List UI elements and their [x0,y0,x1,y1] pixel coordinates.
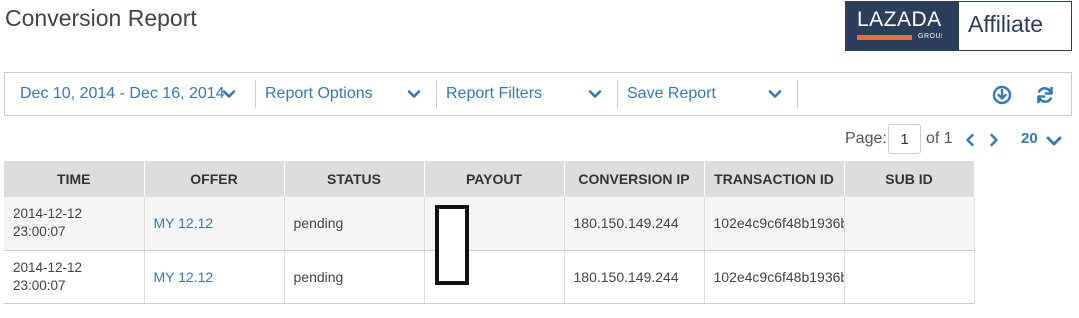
cell-offer: MY 12.12 [144,250,285,304]
chevron-down-icon[interactable] [767,86,783,102]
chevron-down-icon[interactable] [587,86,603,102]
column-header-status[interactable]: STATUS [284,161,425,197]
cell-sub-id [844,197,975,251]
cell-status: pending [284,197,425,251]
logo-arrow-shape [942,2,959,50]
cell-conversion-ip: 180.150.149.244 [564,197,705,251]
logo-affiliate-text: Affiliate [968,11,1044,37]
cell-status: pending [284,250,425,304]
column-header-payout[interactable]: PAYOUT [424,161,565,197]
toolbar-divider [255,80,256,108]
chevron-left-icon[interactable] [963,132,977,148]
table-row: 2014-12-12 23:00:07 MY 12.12 pending 180… [4,197,975,285]
chevron-down-icon[interactable] [221,86,237,102]
rows-per-page-dropdown[interactable]: 20 [1021,124,1038,154]
refresh-icon[interactable] [1035,85,1055,105]
report-toolbar: Dec 10, 2014 - Dec 16, 2014 Report Optio… [4,72,1072,116]
cell-transaction-id: 102e4c9c6f48b1936b [704,197,845,251]
offer-link[interactable]: MY 12.12 [154,215,214,231]
column-header-transaction-id[interactable]: TRANSACTION ID [704,161,845,197]
page-label: Page: [845,130,887,147]
chevron-right-icon[interactable] [987,132,1001,148]
date-range-dropdown[interactable]: Dec 10, 2014 - Dec 16, 2014 [20,73,225,115]
save-report-label: Save Report [627,85,716,102]
page-title: Conversion Report [5,5,197,31]
conversion-table: TIME OFFER STATUS PAYOUT CONVERSION IP T… [4,161,975,304]
report-options-label: Report Options [265,85,373,102]
toolbar-divider [617,80,618,108]
save-report-dropdown[interactable]: Save Report [627,73,716,115]
toolbar-divider [797,80,798,108]
report-filters-label: Report Filters [446,85,543,102]
cell-time: 2014-12-12 23:00:07 [4,197,145,251]
logo-brand-text: LAZADA [857,8,942,31]
report-options-dropdown[interactable]: Report Options [265,73,373,115]
offer-link[interactable]: MY 12.12 [154,269,214,285]
column-header-conversion-ip[interactable]: CONVERSION IP [564,161,705,197]
table-row: 2014-12-12 23:00:07 MY 12.12 pending 180… [4,250,975,304]
page-number-input[interactable] [888,124,921,154]
chevron-down-icon[interactable] [1045,133,1063,149]
table-header-row: TIME OFFER STATUS PAYOUT CONVERSION IP T… [4,161,975,197]
column-header-sub-id[interactable]: SUB ID [844,161,975,197]
date-range-label: Dec 10, 2014 - Dec 16, 2014 [20,85,225,102]
chevron-down-icon[interactable] [406,86,422,102]
toolbar-divider [436,80,437,108]
cell-sub-id [844,250,975,304]
page-count-label: of 1 [926,130,953,147]
report-filters-dropdown[interactable]: Report Filters [446,73,542,115]
download-icon[interactable] [992,85,1012,105]
cell-time: 2014-12-12 23:00:07 [4,250,145,304]
lazada-affiliate-logo: LAZADA GROUP Affiliate [845,1,1072,51]
cell-transaction-id: 102e4c9c6f48b1936b [704,250,845,304]
logo-orange-bar [857,35,912,40]
redaction-box [434,205,469,285]
cell-payout [424,197,565,285]
column-header-offer[interactable]: OFFER [144,161,285,197]
cell-conversion-ip: 180.150.149.244 [564,250,705,304]
column-header-time[interactable]: TIME [4,161,145,197]
cell-offer: MY 12.12 [144,197,285,251]
